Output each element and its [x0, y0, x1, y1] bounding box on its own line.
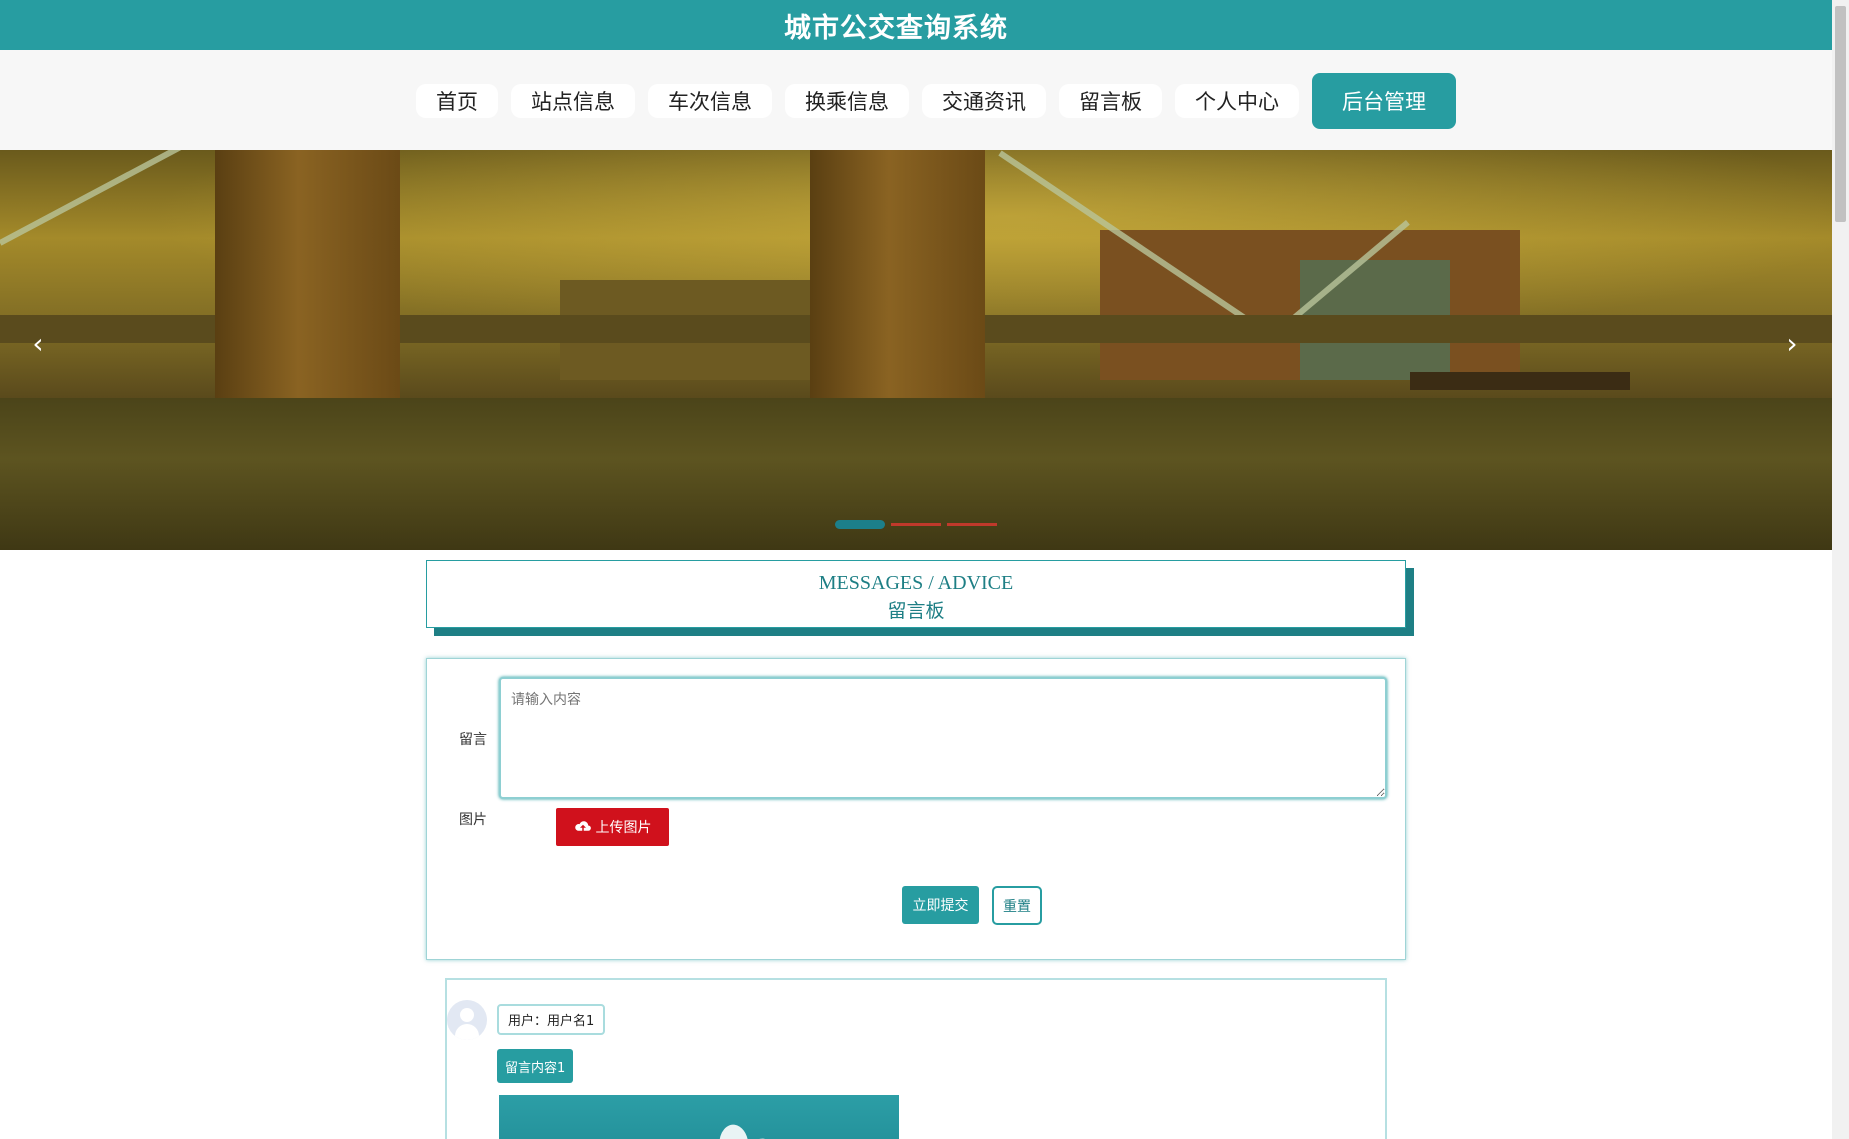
image-petal-1	[713, 1121, 755, 1139]
nav-item-stations[interactable]: 站点信息	[511, 84, 635, 118]
scrollbar-thumb[interactable]	[1835, 6, 1846, 222]
carousel-dot-1[interactable]	[835, 520, 885, 529]
nav-item-trips[interactable]: 车次信息	[648, 84, 772, 118]
carousel-prev-button[interactable]: ‹	[25, 326, 51, 360]
page-scrollbar[interactable]	[1832, 0, 1849, 1139]
section-title-box: MESSAGES / ADVICE 留言板	[426, 560, 1406, 628]
section-title-en: MESSAGES / ADVICE	[818, 572, 1014, 594]
message-form: 留言 图片 上传图片 立即提交 重置	[426, 658, 1406, 960]
message-user: 用户：用户名1	[497, 1004, 606, 1035]
nav-item-transfer[interactable]: 换乘信息	[785, 84, 909, 118]
message-label: 留言	[459, 732, 487, 748]
nav-item-home[interactable]: 首页	[416, 84, 498, 118]
section-title-cn: 留言板	[887, 601, 945, 622]
nav-item-traffic-news[interactable]: 交通资讯	[922, 84, 1046, 118]
carousel-dot-2[interactable]	[891, 523, 941, 526]
user-avatar	[447, 1000, 487, 1040]
carousel-indicators	[835, 520, 997, 529]
nav-menu: 首页 站点信息 车次信息 换乘信息 交通资讯 留言板 个人中心 后台管理	[0, 73, 1832, 129]
banner-carousel: ‹ ›	[0, 150, 1832, 550]
carousel-next-button[interactable]: ›	[1779, 326, 1805, 360]
cloud-upload-icon	[574, 821, 591, 832]
banner-tower-left	[215, 150, 400, 420]
submit-button[interactable]: 立即提交	[902, 886, 979, 924]
admin-button[interactable]: 后台管理	[1312, 73, 1456, 129]
message-content: 留言内容1	[497, 1049, 574, 1083]
avatar-head-shape	[460, 1008, 474, 1022]
site-title: 城市公交查询系统	[784, 12, 1008, 43]
top-header: 城市公交查询系统	[0, 0, 1832, 50]
message-textarea[interactable]	[499, 677, 1387, 799]
image-label: 图片	[459, 812, 487, 828]
reset-button[interactable]: 重置	[992, 886, 1042, 925]
navigation-bar: 首页 站点信息 车次信息 换乘信息 交通资讯 留言板 个人中心 后台管理	[0, 50, 1832, 150]
chevron-left-icon: ‹	[32, 326, 44, 360]
nav-item-personal-center[interactable]: 个人中心	[1175, 84, 1299, 118]
carousel-dot-3[interactable]	[947, 523, 997, 526]
message-list-item: 用户：用户名1 留言内容1	[445, 978, 1387, 1139]
upload-image-label: 上传图片	[595, 820, 652, 836]
banner-boat	[1410, 372, 1630, 390]
upload-image-button[interactable]: 上传图片	[556, 808, 669, 846]
banner-tower-right	[810, 150, 985, 430]
avatar-body-shape	[455, 1024, 479, 1040]
message-image	[499, 1095, 899, 1139]
chevron-right-icon: ›	[1786, 326, 1798, 360]
nav-item-message-board[interactable]: 留言板	[1059, 84, 1162, 118]
